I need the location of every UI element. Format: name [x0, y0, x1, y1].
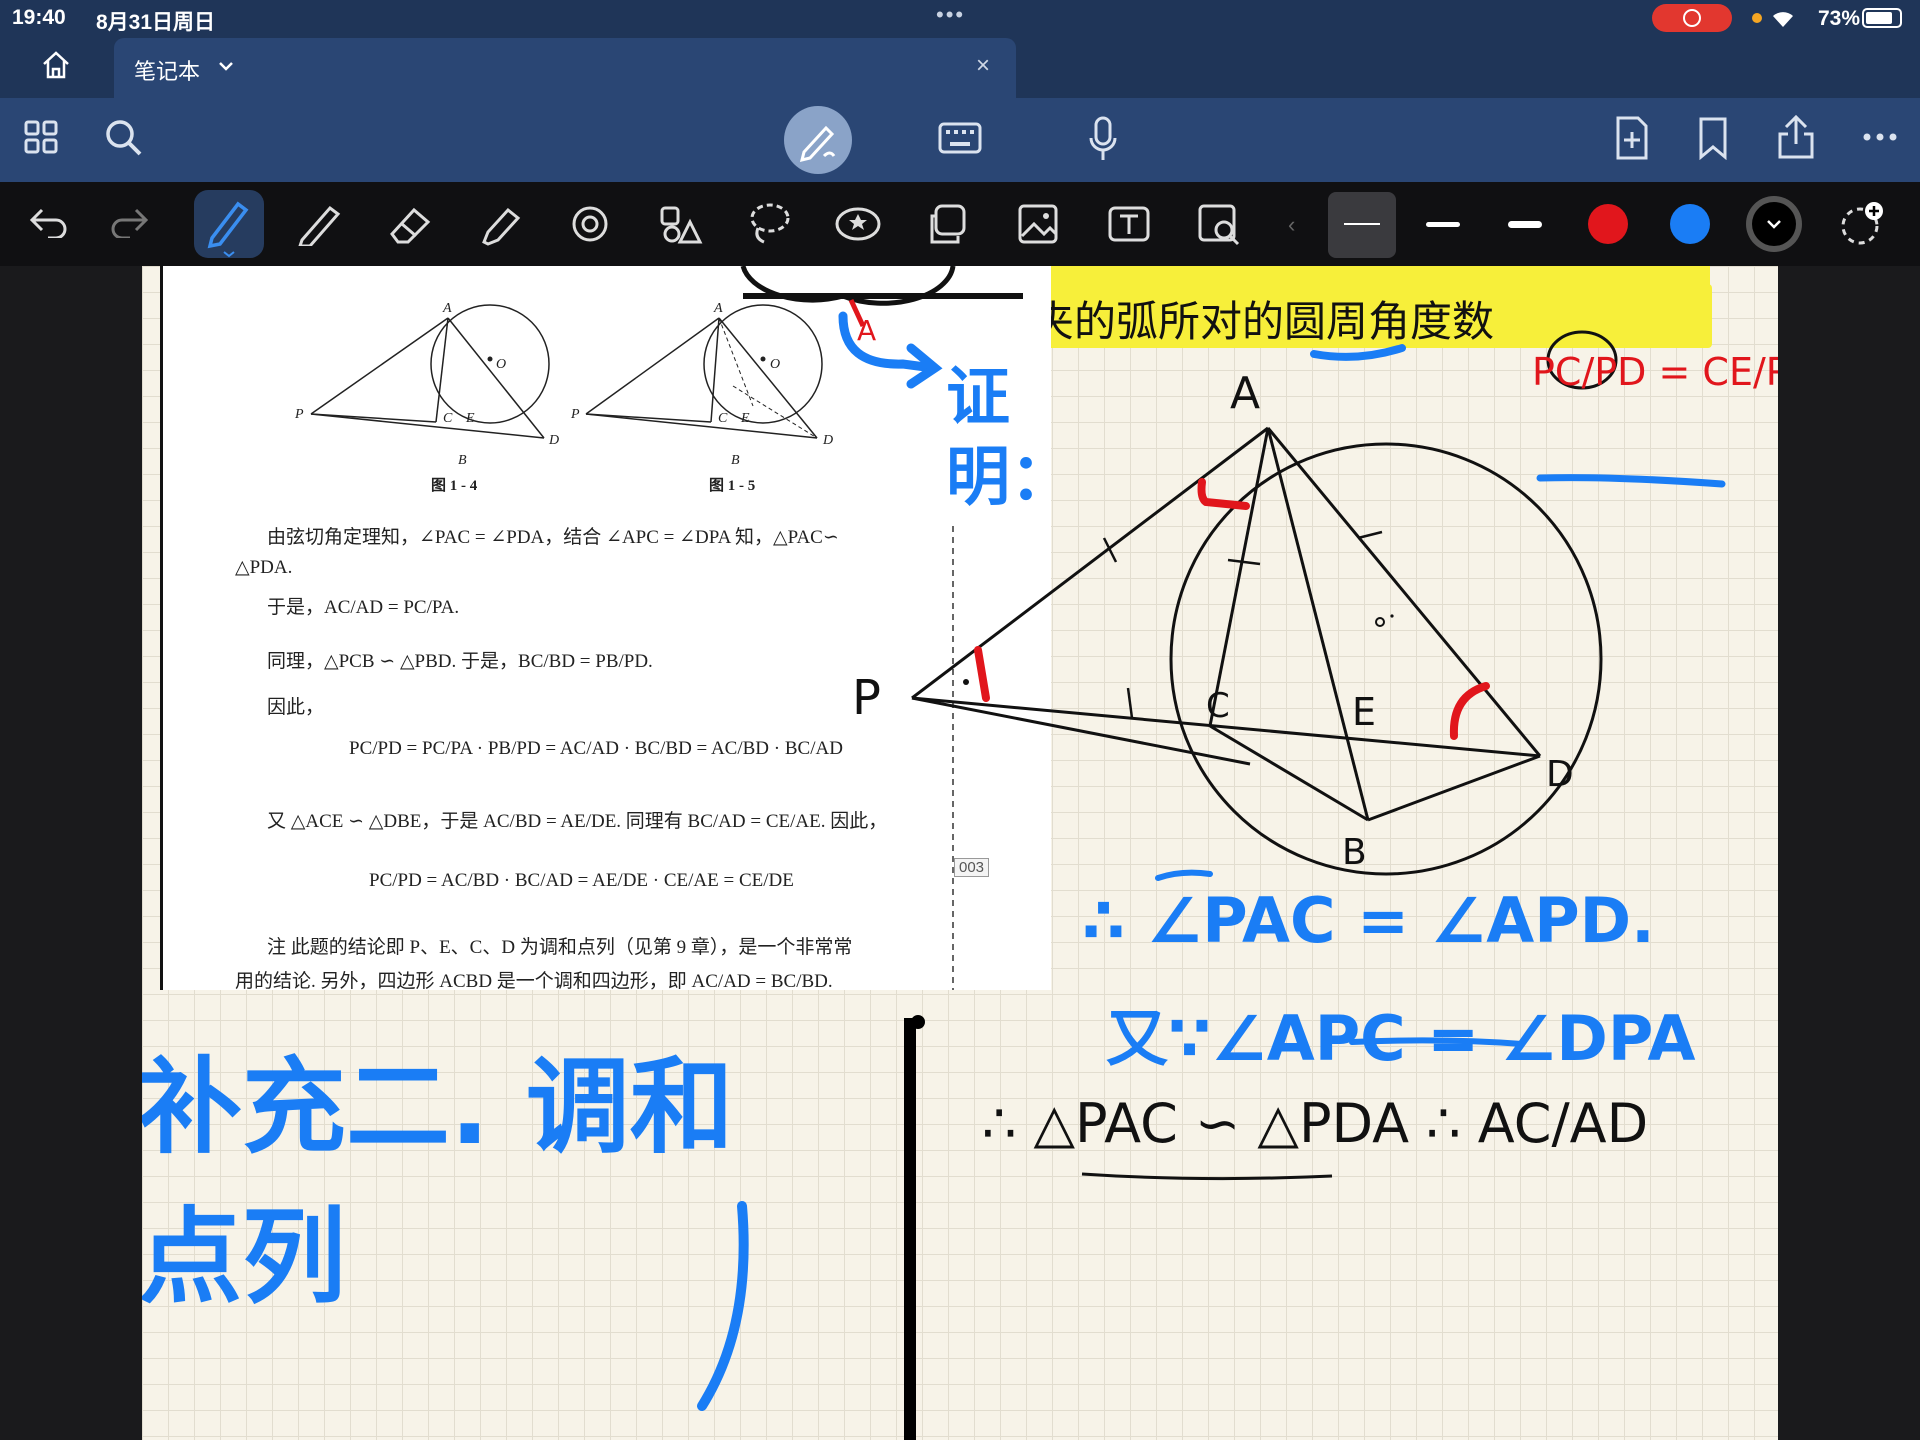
- tools-toolbar: ‹: [0, 182, 1920, 266]
- eraser-icon[interactable]: [386, 202, 432, 246]
- pen-tool-button[interactable]: [194, 190, 264, 258]
- tab-notebook[interactable]: 笔记本 ×: [114, 38, 1016, 98]
- text-icon[interactable]: [1106, 204, 1152, 244]
- main-toolbar: [0, 98, 1920, 182]
- keyboard-icon[interactable]: [938, 122, 982, 154]
- point-label-C: C: [1206, 686, 1230, 726]
- more-icon[interactable]: [1862, 132, 1898, 142]
- wifi-icon: [1773, 12, 1793, 27]
- search-icon[interactable]: [104, 118, 144, 158]
- image-icon[interactable]: [1016, 202, 1060, 246]
- color-black-selected[interactable]: [1746, 196, 1802, 252]
- undo-icon[interactable]: [28, 206, 68, 238]
- chevron-down-icon: [1767, 220, 1781, 229]
- copy-icon[interactable]: [926, 202, 970, 246]
- image-search-icon[interactable]: [1196, 202, 1242, 246]
- element-icon[interactable]: [656, 202, 704, 246]
- status-bar: 19:40 8月31日周日 ••• 73%: [0, 0, 1920, 36]
- sticker-icon[interactable]: [834, 204, 882, 244]
- microphone-icon[interactable]: [1088, 116, 1118, 162]
- ratio-formula: PC/PD = CE/PE: [1532, 350, 1778, 394]
- pen-icon: [207, 201, 249, 258]
- highlighter-icon[interactable]: [476, 202, 522, 246]
- share-icon[interactable]: [1776, 114, 1816, 160]
- mic-indicator-icon: [1752, 13, 1762, 23]
- point-label-B: B: [1342, 832, 1367, 873]
- color-blue[interactable]: [1670, 204, 1710, 244]
- stroke-width-thick[interactable]: [1508, 221, 1542, 228]
- add-page-icon[interactable]: [1614, 116, 1650, 160]
- screen-record-icon[interactable]: [1652, 4, 1732, 32]
- point-label-D: D: [1546, 754, 1574, 795]
- grid-icon[interactable]: [24, 120, 60, 156]
- stroke-width-medium[interactable]: [1426, 222, 1460, 227]
- proof-step-3: ∴ △PAC ∽ △PDA ∴ AC/AD: [982, 1092, 1649, 1155]
- chevron-left-icon[interactable]: ‹: [1288, 212, 1295, 238]
- stroke-width-thin[interactable]: [1328, 192, 1396, 258]
- battery-icon: [1862, 8, 1902, 28]
- pencil-icon[interactable]: [296, 200, 342, 246]
- home-icon[interactable]: [40, 50, 72, 80]
- add-color-icon[interactable]: [1838, 200, 1886, 248]
- tab-title: 笔记本: [134, 59, 201, 84]
- close-tab-button[interactable]: ×: [976, 52, 990, 80]
- tab-bar: 笔记本 ×: [0, 36, 1920, 98]
- status-time: 19:40: [12, 6, 66, 29]
- lasso-icon[interactable]: [746, 200, 792, 248]
- point-label-A: A: [1230, 368, 1261, 419]
- proof-label: 证明：: [946, 361, 1074, 515]
- pen-mode-button[interactable]: [784, 106, 852, 174]
- status-date: 8月31日周日: [96, 11, 216, 34]
- point-label-P: P: [852, 670, 881, 726]
- proof-step-2: 又∵∠APC = ∠DPA: [1106, 1002, 1696, 1075]
- note-page[interactable]: 夹的弧所对的圆周角度数 APO CE D B A P O C E D B A 图…: [142, 266, 1778, 1440]
- proof-step-1: ∴ ∠PAC = ∠APD.: [1082, 884, 1655, 957]
- redo-icon[interactable]: [110, 206, 150, 238]
- chevron-down-icon[interactable]: [218, 60, 234, 72]
- battery-percent: 73%: [1818, 7, 1861, 30]
- bookmark-icon[interactable]: [1698, 116, 1728, 160]
- shape-icon[interactable]: [566, 202, 614, 246]
- color-red[interactable]: [1588, 204, 1628, 244]
- pen-mode-icon: [799, 125, 836, 163]
- multitask-dots-icon[interactable]: •••: [936, 2, 965, 28]
- section-title-harmonic-range: 补充二. 调和点列: [142, 1046, 734, 1318]
- point-label-E: E: [1352, 690, 1377, 734]
